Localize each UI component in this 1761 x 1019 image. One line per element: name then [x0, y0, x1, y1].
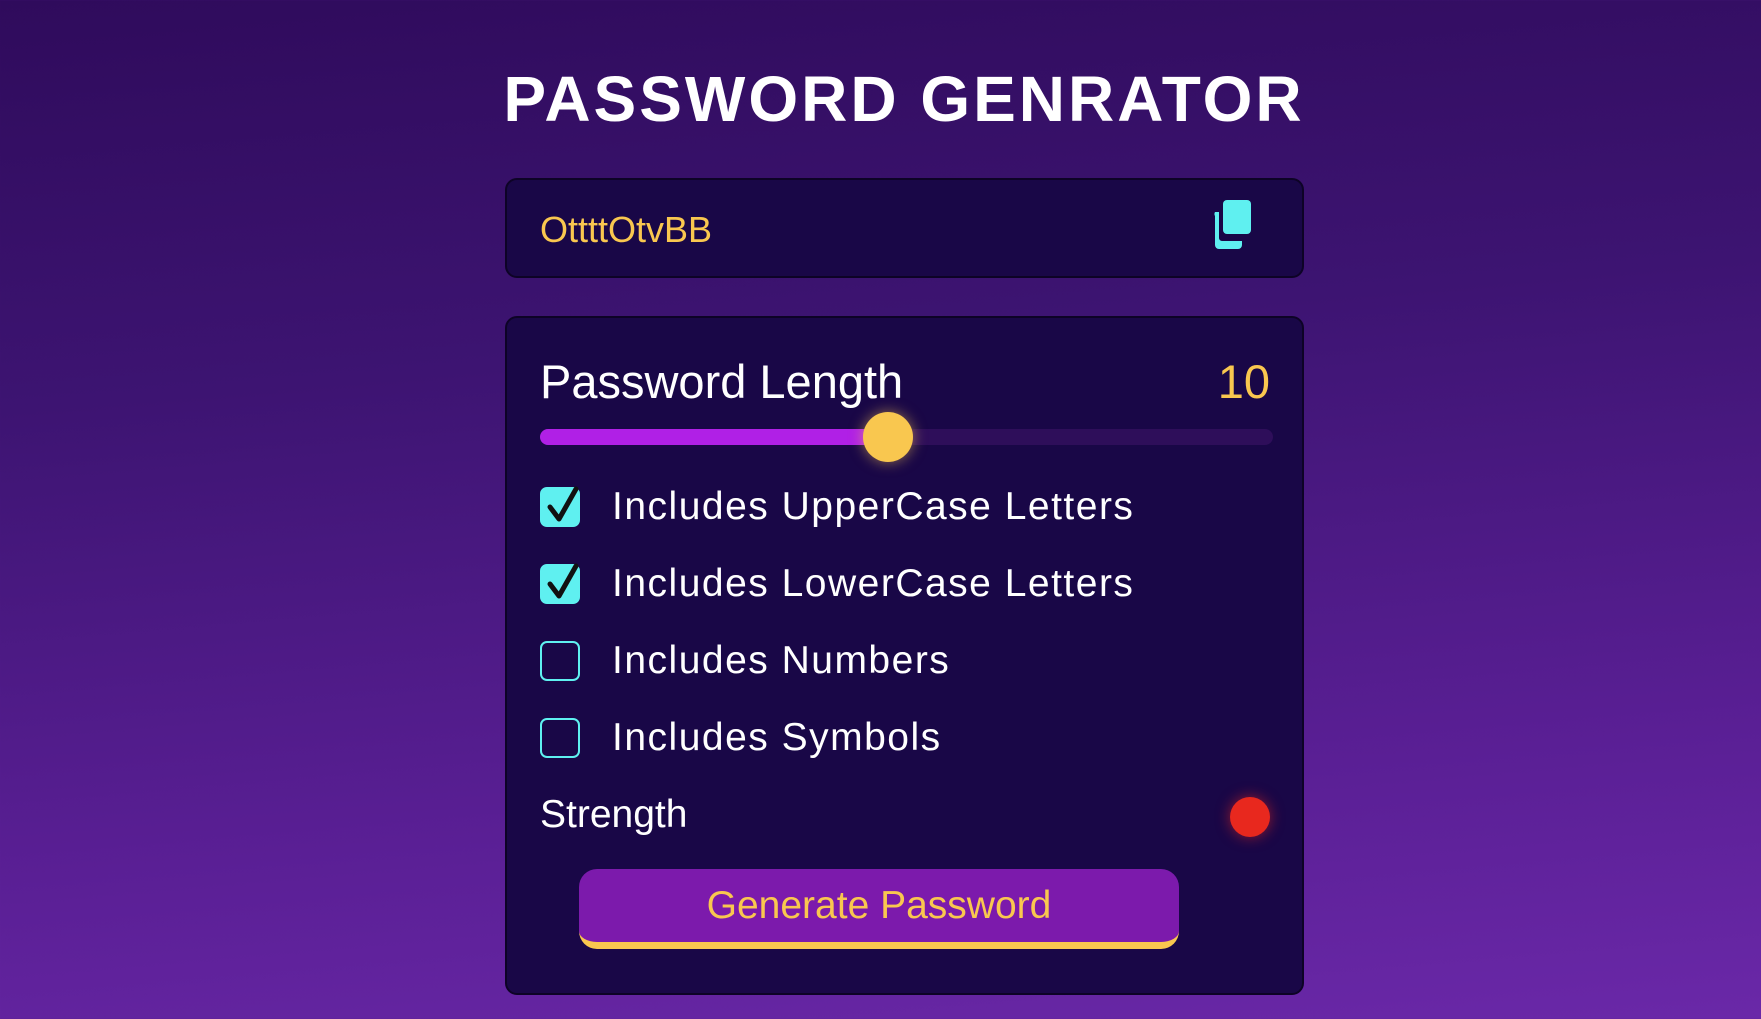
option-uppercase[interactable]: Includes UpperCase Letters [540, 485, 1135, 528]
option-symbols[interactable]: Includes Symbols [540, 716, 942, 759]
generated-password: OttttOtvBB [540, 209, 713, 250]
length-label: Password Length [540, 355, 904, 408]
numbers-label: Includes Numbers [612, 639, 951, 682]
symbols-checkbox[interactable] [540, 718, 580, 758]
uppercase-checkbox[interactable] [540, 486, 580, 527]
length-value: 10 [1217, 355, 1270, 408]
numbers-checkbox[interactable] [540, 641, 580, 681]
copy-button[interactable] [1207, 198, 1257, 254]
slider-thumb[interactable] [863, 412, 914, 462]
checkmark-icon [547, 563, 579, 599]
symbols-label: Includes Symbols [612, 716, 942, 759]
option-numbers[interactable]: Includes Numbers [540, 639, 951, 682]
page-title: PASSWORD GENRATOR [503, 63, 1305, 135]
strength-indicator [1230, 797, 1270, 837]
lowercase-label: Includes LowerCase Letters [612, 562, 1135, 605]
uppercase-label: Includes UpperCase Letters [612, 485, 1135, 528]
slider-fill [540, 429, 889, 445]
checkmark-icon [547, 486, 579, 522]
option-lowercase[interactable]: Includes LowerCase Letters [540, 562, 1135, 605]
generate-password-button[interactable]: Generate Password [579, 869, 1179, 949]
password-display: OttttOtvBB [505, 178, 1304, 278]
settings-panel: Password Length 10 Includes UpperCase Le… [505, 316, 1304, 995]
length-slider[interactable] [540, 412, 1273, 462]
strength-label: Strength [540, 793, 688, 836]
copy-icon [1214, 200, 1251, 249]
lowercase-checkbox[interactable] [540, 563, 580, 604]
